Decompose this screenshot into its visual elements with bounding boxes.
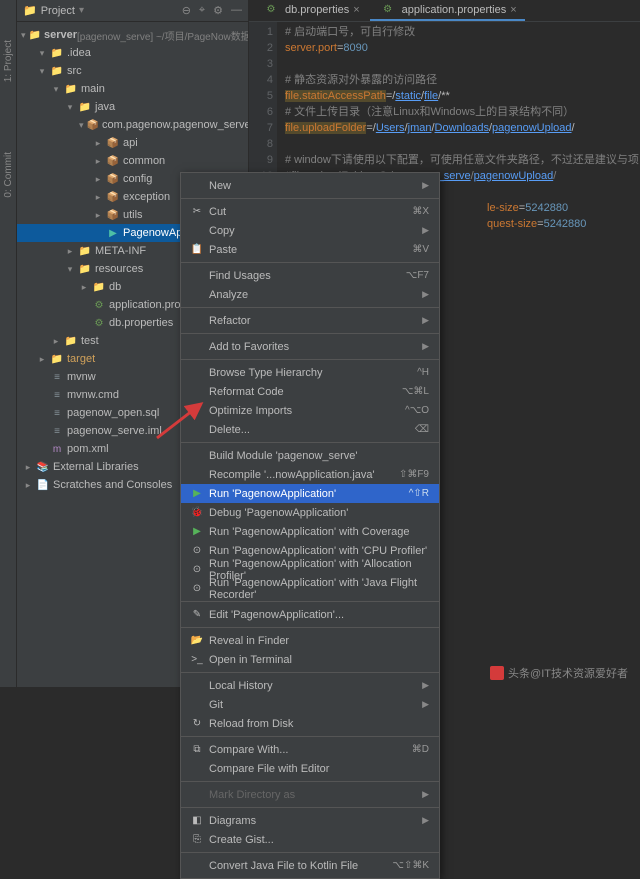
menu-icon: ◧ — [189, 815, 205, 826]
menu-item[interactable]: Optimize Imports^⌥O — [181, 401, 439, 420]
menu-item[interactable]: Convert Java File to Kotlin File⌥⇧⌘K — [181, 856, 439, 875]
menu-item[interactable]: Delete...⌫ — [181, 420, 439, 439]
collapse-icon[interactable]: ⊖ — [182, 4, 191, 17]
tree-item[interactable]: ▾📁main — [17, 80, 248, 98]
toolstrip-project[interactable]: 1: Project — [3, 40, 14, 82]
tree-item[interactable]: ▸📦api — [17, 134, 248, 152]
menu-icon: >_ — [189, 654, 205, 665]
file-icon: ⚙ — [381, 3, 395, 17]
tree-item[interactable]: ▸📦common — [17, 152, 248, 170]
editor-tab[interactable]: ⚙application.properties× — [370, 1, 525, 21]
editor-tab[interactable]: ⚙db.properties× — [253, 1, 368, 21]
menu-item[interactable]: ↻Reload from Disk — [181, 714, 439, 733]
file-icon: ⚙ — [264, 3, 278, 17]
tree-item[interactable]: ▾📁.idea — [17, 44, 248, 62]
menu-icon: ▶ — [189, 526, 205, 537]
menu-item[interactable]: ⧉Compare With...⌘D — [181, 740, 439, 759]
context-menu[interactable]: New▶ ✂Cut⌘XCopy▶📋Paste⌘V Find Usages⌥F7Ana… — [180, 172, 440, 879]
watermark-text: 头条@IT技术资源爱好者 — [508, 665, 628, 681]
menu-icon: ⊙ — [189, 583, 205, 594]
tree-item[interactable]: ▾📁java — [17, 98, 248, 116]
menu-item[interactable]: 📋Paste⌘V — [181, 240, 439, 259]
menu-icon: 📋 — [189, 244, 205, 255]
watermark-logo — [490, 666, 504, 680]
menu-item[interactable]: ✂Cut⌘X — [181, 202, 439, 221]
menu-item[interactable]: Compare File with Editor — [181, 759, 439, 778]
menu-item[interactable]: ▶Run 'PagenowApplication' with Coverage — [181, 522, 439, 541]
menu-item[interactable]: New▶ — [181, 176, 439, 195]
menu-icon: ⧉ — [189, 744, 205, 755]
menu-item[interactable]: Reformat Code⌥⌘L — [181, 382, 439, 401]
menu-icon: 📂 — [189, 635, 205, 646]
editor-tabs: ⚙db.properties×⚙application.properties× — [249, 0, 640, 22]
menu-item[interactable]: Analyze▶ — [181, 285, 439, 304]
toolstrip-commit[interactable]: 0: Commit — [3, 152, 14, 198]
menu-item[interactable]: ⊙Run 'PagenowApplication' with 'Java Fli… — [181, 579, 439, 598]
menu-item[interactable]: 🐞Debug 'PagenowApplication' — [181, 503, 439, 522]
locate-icon[interactable]: ⌖ — [199, 4, 205, 17]
project-icon: 📁 — [23, 4, 37, 17]
menu-item[interactable]: Recompile '...nowApplication.java'⇧⌘F9 — [181, 465, 439, 484]
menu-icon: ⎘ — [189, 834, 205, 845]
tree-item[interactable]: ▾📦com.pagenow.pagenow_serve — [17, 116, 248, 134]
menu-icon: ⊙ — [189, 564, 205, 575]
menu-item[interactable]: 📂Reveal in Finder — [181, 631, 439, 650]
menu-icon: ▶ — [189, 488, 205, 499]
menu-item[interactable]: ▶Run 'PagenowApplication'^⇧R — [181, 484, 439, 503]
menu-item[interactable]: Git▶ — [181, 695, 439, 714]
menu-icon: ⊙ — [189, 545, 205, 556]
hide-icon[interactable]: — — [231, 4, 242, 17]
menu-item[interactable]: Add to Favorites▶ — [181, 337, 439, 356]
tree-root[interactable]: ▾📁server [pagenow_serve] ~/项目/PageNow数据可… — [17, 26, 248, 44]
sidebar-title: Project — [41, 5, 75, 17]
menu-icon: 🐞 — [189, 507, 205, 518]
watermark: 头条@IT技术资源爱好者 — [490, 665, 628, 681]
menu-item[interactable]: Refactor▶ — [181, 311, 439, 330]
menu-item[interactable]: ◧Diagrams▶ — [181, 811, 439, 830]
sidebar-header: 📁 Project ▾ ⊖ ⌖ ⚙ — — [17, 0, 248, 22]
chevron-down-icon[interactable]: ▾ — [79, 5, 84, 16]
close-icon[interactable]: × — [510, 4, 516, 16]
menu-icon: ✂ — [189, 206, 205, 217]
left-toolstrip: 1: Project 0: Commit — [0, 0, 17, 687]
menu-item[interactable]: Build Module 'pagenow_serve' — [181, 446, 439, 465]
menu-item: Mark Directory as▶ — [181, 785, 439, 804]
menu-icon: ↻ — [189, 718, 205, 729]
settings-icon[interactable]: ⚙ — [213, 4, 223, 17]
menu-item[interactable]: Find Usages⌥F7 — [181, 266, 439, 285]
menu-icon: ✎ — [189, 609, 205, 620]
menu-item[interactable]: >_Open in Terminal — [181, 650, 439, 669]
menu-item[interactable]: Local History▶ — [181, 676, 439, 695]
close-icon[interactable]: × — [353, 4, 359, 16]
tree-item[interactable]: ▾📁src — [17, 62, 248, 80]
menu-item[interactable]: Copy▶ — [181, 221, 439, 240]
menu-item[interactable]: ✎Edit 'PagenowApplication'... — [181, 605, 439, 624]
menu-item[interactable]: Browse Type Hierarchy^H — [181, 363, 439, 382]
menu-item[interactable]: ⎘Create Gist... — [181, 830, 439, 849]
